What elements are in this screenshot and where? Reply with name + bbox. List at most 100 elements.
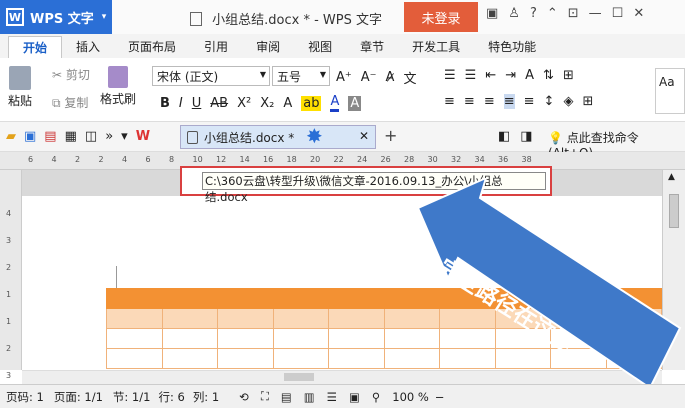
page-view-icon[interactable]: ▤ (281, 390, 292, 404)
document-icon (190, 12, 202, 26)
tab-review[interactable]: 审阅 (242, 36, 294, 58)
history-icon[interactable]: ⟲ (239, 390, 249, 404)
table-icon[interactable]: ⊞ (563, 68, 574, 83)
web-view-icon[interactable]: ▥ (304, 390, 315, 404)
paragraph-tools: ☰ ☰ ⇤ ⇥ A ⇅ ⊞ (444, 68, 574, 83)
distributed-icon[interactable]: ≡ (524, 94, 535, 109)
tab-references[interactable]: 引用 (190, 36, 242, 58)
font-name-select[interactable]: 宋体 (正文) ▼ (152, 66, 270, 86)
tab-section[interactable]: 章节 (346, 36, 398, 58)
close-icon[interactable]: ✕ (633, 6, 644, 21)
margin-mark (116, 266, 126, 288)
scissors-icon: ✂ (52, 68, 63, 82)
align-left-icon[interactable]: ≡ (444, 94, 455, 109)
superscript-button[interactable]: X² (237, 96, 251, 111)
font-color-icon[interactable]: A (330, 94, 340, 112)
wps-app-menu-button[interactable]: W WPS 文字 ▾ (0, 0, 112, 34)
shirt-icon[interactable]: ♙ (508, 6, 520, 21)
chevron-down-icon[interactable]: ▾ (121, 129, 128, 144)
copy-icon: ⧉ (52, 96, 61, 110)
close-icon[interactable]: ✕ (359, 129, 369, 143)
style-gallery[interactable]: Aa (655, 68, 685, 114)
ruler-tick-label: 16 (263, 155, 274, 164)
collapse-icon[interactable]: ⌃ (547, 6, 558, 21)
phonetic-icon[interactable]: 文 (403, 68, 416, 87)
clear-format-icon[interactable]: A̷ (386, 70, 395, 85)
font-size-select[interactable]: 五号 ▼ (272, 66, 330, 86)
print-icon[interactable]: ▦ (65, 129, 77, 144)
maximize-icon[interactable]: ☐ (612, 6, 624, 21)
title-bar: W WPS 文字 ▾ 小组总结.docx * - WPS 文字 未登录 ▣ ♙ … (0, 0, 685, 34)
format-painter-button[interactable]: 格式刷 (100, 66, 136, 107)
hscrollbar-thumb[interactable] (284, 373, 314, 381)
open-icon[interactable]: ▰ (6, 129, 16, 144)
tab-features[interactable]: 特色功能 (474, 36, 550, 58)
outline-view-icon[interactable]: ☰ (327, 390, 337, 404)
copy-button[interactable]: ⧉ 复制 (52, 94, 88, 111)
more-icon[interactable]: » (105, 129, 113, 144)
tab-home[interactable]: 开始 (8, 36, 63, 58)
highlight-icon[interactable]: ab (301, 95, 322, 111)
strikethrough-button[interactable]: AB (210, 96, 228, 111)
ruler-tick-label: 14 (239, 155, 250, 164)
borders-icon[interactable]: ⊞ (582, 94, 593, 109)
tab-developer[interactable]: 开发工具 (398, 36, 474, 58)
bullets-icon[interactable]: ☰ (444, 68, 456, 83)
font-name-value: 宋体 (正文) (157, 70, 219, 84)
wps-w-icon[interactable]: W (136, 129, 150, 144)
sort-icon[interactable]: ⇅ (543, 68, 554, 83)
status-section: 节: 1/1 (112, 389, 151, 404)
new-tab-icon[interactable]: + (384, 126, 397, 145)
tool2-icon[interactable]: ◨ (520, 129, 532, 144)
text-effect-button[interactable]: A (283, 96, 292, 111)
zoom-value[interactable]: 100 % (392, 390, 429, 404)
italic-button[interactable]: I (179, 96, 183, 111)
vruler-tick-label: 4 (6, 209, 12, 218)
numbering-icon[interactable]: ☰ (465, 68, 477, 83)
vertical-ruler[interactable]: 4321123 (0, 170, 22, 380)
clipboard-icon (9, 66, 31, 90)
char-shading-icon[interactable]: A (348, 95, 362, 111)
tab-document[interactable]: 小组总结.docx * ✕ (180, 125, 376, 149)
subscript-button[interactable]: X₂ (260, 96, 274, 111)
skin-icon[interactable]: ▣ (486, 6, 498, 21)
ruler-tick-label: 38 (521, 155, 532, 164)
outdent-icon[interactable]: ⇤ (485, 68, 496, 83)
ruler-tick-label: 6 (28, 155, 34, 164)
pdf-icon[interactable]: ▤ (44, 129, 56, 144)
indent-icon[interactable]: ⇥ (505, 68, 516, 83)
tab-page-layout[interactable]: 页面布局 (114, 36, 190, 58)
shading-icon[interactable]: ◈ (563, 94, 573, 109)
shrink-font-icon[interactable]: A⁻ (361, 70, 377, 85)
tab-view[interactable]: 视图 (294, 36, 346, 58)
tab-insert[interactable]: 插入 (62, 36, 114, 58)
login-button[interactable]: 未登录 (404, 2, 478, 32)
save-icon[interactable]: ▣ (24, 129, 36, 144)
copy-label: 复制 (64, 96, 89, 110)
status-row: 行: 6 (158, 389, 185, 404)
ruler-tick-label: 36 (498, 155, 509, 164)
reading-view-icon[interactable]: ▣ (349, 390, 360, 404)
font-size-tools: A⁺ A⁻ A̷ 文 (336, 68, 416, 87)
underline-button[interactable]: U (192, 96, 202, 111)
line-spacing-icon[interactable]: ↕ (544, 94, 555, 109)
chevron-down-icon: ▼ (319, 70, 326, 79)
minimize-icon[interactable]: — (589, 6, 602, 21)
text-case-icon[interactable]: A (525, 68, 534, 83)
cursor-highlight-icon: ✸ (306, 124, 323, 148)
zoom-out-icon[interactable]: − (435, 390, 445, 404)
tool-icon[interactable]: ◧ (498, 129, 510, 144)
paste-button[interactable]: 粘贴 (8, 66, 32, 109)
help-button[interactable]: ? (530, 6, 537, 21)
restore-icon[interactable]: ⊡ (568, 6, 579, 21)
align-right-icon[interactable]: ≡ (484, 94, 495, 109)
cut-button[interactable]: ✂ 剪切 (52, 66, 90, 83)
bold-button[interactable]: B (160, 96, 170, 111)
grow-font-icon[interactable]: A⁺ (336, 70, 352, 85)
align-center-icon[interactable]: ≡ (464, 94, 475, 109)
align-justify-icon[interactable]: ≡ (503, 94, 515, 109)
eye-protection-icon[interactable]: ⚲ (372, 390, 380, 404)
ruler-tick-label: 18 (286, 155, 297, 164)
preview-icon[interactable]: ◫ (85, 129, 97, 144)
fullscreen-icon[interactable]: ⛶ (261, 389, 269, 404)
